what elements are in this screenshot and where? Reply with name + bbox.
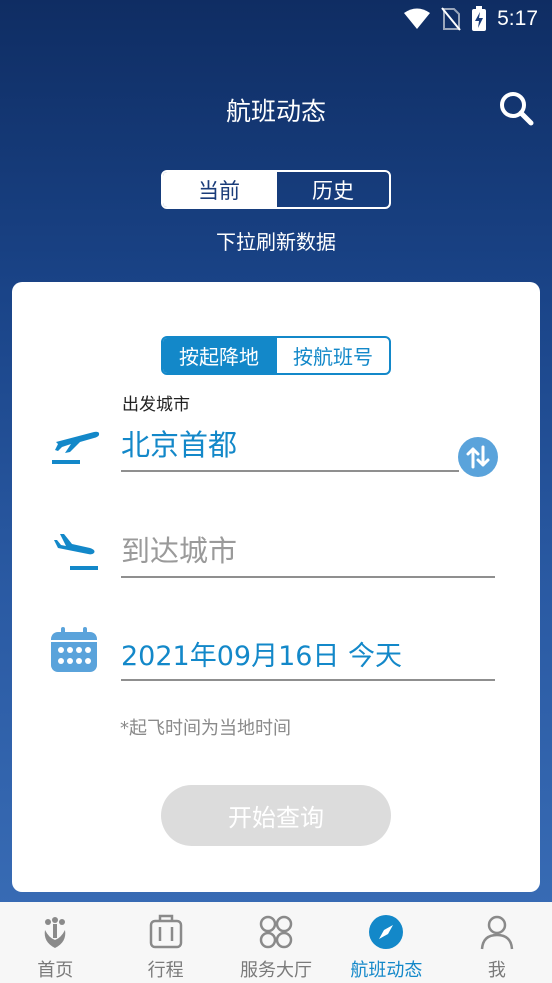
compass-icon <box>369 915 404 949</box>
tab-by-city[interactable]: 按起降地 <box>163 338 275 373</box>
bottom-tab-bar: 首页 行程 服务大厅 航班动态 我 <box>0 902 552 983</box>
search-mode-toggle: 按起降地 按航班号 <box>161 336 391 375</box>
tab-home[interactable]: 首页 <box>0 902 110 983</box>
departure-label: 出发城市 <box>122 395 190 415</box>
local-time-note: *起飞时间为当地时间 <box>120 718 291 739</box>
tab-flight-status[interactable]: 航班动态 <box>331 902 441 983</box>
swap-arrows-icon <box>466 445 490 469</box>
status-time: 5:17 <box>497 7 538 30</box>
no-sim-icon <box>441 7 461 31</box>
departure-city-field[interactable]: 北京首都 <box>121 422 459 472</box>
battery-charging-icon <box>472 6 487 31</box>
search-card: 按起降地 按航班号 出发城市 北京首都 到达城市 2021年09月16日 今天 … <box>12 282 540 892</box>
home-logo-icon <box>44 917 66 948</box>
tab-services-label: 服务大厅 <box>240 960 313 981</box>
current-history-toggle: 当前 历史 <box>161 170 391 209</box>
luggage-icon <box>149 914 182 949</box>
tab-current[interactable]: 当前 <box>163 172 275 207</box>
landing-icon <box>54 534 98 570</box>
pull-refresh-hint: 下拉刷新数据 <box>216 230 336 254</box>
takeoff-icon <box>52 431 100 464</box>
tab-me-label: 我 <box>487 960 506 981</box>
person-icon <box>480 915 514 950</box>
status-bar: 5:17 <box>0 0 552 40</box>
tab-me[interactable]: 我 <box>442 902 552 983</box>
calendar-icon <box>51 627 97 672</box>
page-title: 航班动态 <box>225 97 326 126</box>
tab-flight-status-label: 航班动态 <box>350 960 423 981</box>
arrival-city-field[interactable]: 到达城市 <box>121 528 495 578</box>
search-icon[interactable] <box>498 90 534 126</box>
start-query-button[interactable]: 开始查询 <box>161 785 391 846</box>
tab-itinerary-label: 行程 <box>147 960 184 981</box>
tab-services[interactable]: 服务大厅 <box>221 902 331 983</box>
date-field[interactable]: 2021年09月16日 今天 <box>121 634 495 681</box>
tab-by-flight-number[interactable]: 按航班号 <box>275 338 389 373</box>
tab-itinerary[interactable]: 行程 <box>110 902 220 983</box>
services-icon <box>259 915 293 949</box>
tab-history[interactable]: 历史 <box>275 172 389 207</box>
swap-cities-button[interactable] <box>458 437 498 477</box>
tab-home-label: 首页 <box>37 960 74 981</box>
wifi-icon <box>404 8 431 29</box>
